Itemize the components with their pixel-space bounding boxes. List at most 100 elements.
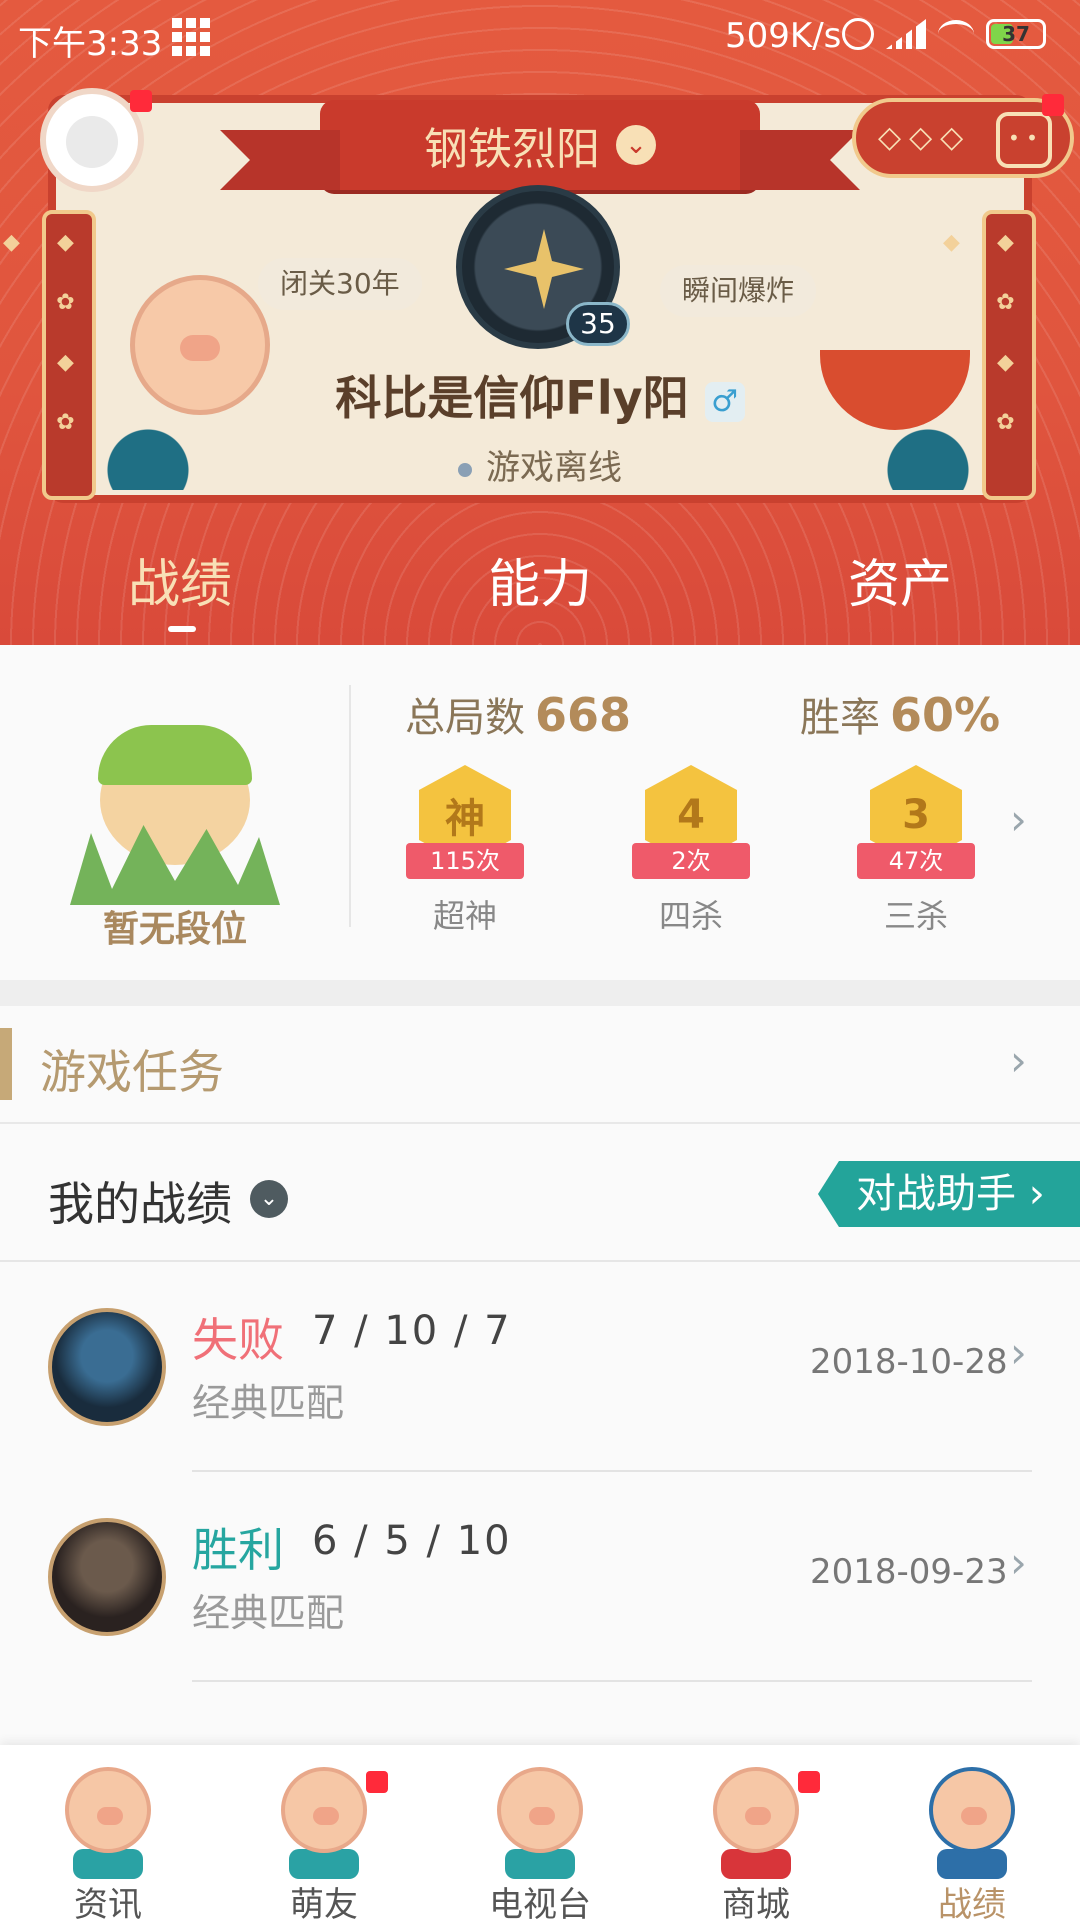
nav-label: 资讯: [74, 1885, 142, 1920]
medal-count: 115次: [406, 843, 524, 879]
game-tasks-title: 游戏任务: [40, 1045, 224, 1099]
nav-tv[interactable]: 电视台: [432, 1745, 648, 1920]
section-gap: [0, 980, 1080, 1006]
male-gender-icon: ♂: [704, 381, 745, 422]
medal-triple-kill[interactable]: 3 47次 三杀: [846, 765, 986, 937]
status-bar: 下午3:33 509K/s 37: [0, 0, 1080, 72]
notification-badge: [130, 90, 152, 112]
status-icons: 37: [842, 18, 1046, 50]
network-speed: 509K/s: [725, 16, 842, 56]
win-rate: 胜率 60%: [800, 685, 1000, 743]
nav-mall[interactable]: 商城: [648, 1745, 864, 1920]
match-mode: 经典匹配: [192, 1381, 345, 1425]
news-pig-icon: [65, 1767, 151, 1853]
tab-ability[interactable]: 能力: [360, 540, 720, 640]
chevron-down-icon: ⌄: [616, 125, 656, 165]
profile-tabs: 战绩 能力 资产: [0, 540, 1080, 640]
rank-title: 钢铁烈阳: [424, 124, 600, 175]
wifi-icon: [938, 20, 974, 48]
nav-friends[interactable]: 萌友: [216, 1745, 432, 1920]
online-status-row: 游戏离线: [0, 440, 1080, 489]
chevron-down-icon[interactable]: ⌄: [250, 1180, 288, 1218]
medal-count: 2次: [632, 843, 750, 879]
profile-header: 下午3:33 509K/s 37 钢铁烈阳 ⌄ ◇◇◇: [0, 0, 1080, 645]
match-row[interactable]: 失败 7 / 10 / 7 经典匹配 2018-10-28 ›: [0, 1262, 1080, 1472]
medal-count: 47次: [857, 843, 975, 879]
bottom-navigation: 资讯 萌友 电视台 商城 战绩: [0, 1745, 1080, 1920]
status-dot-icon: [458, 462, 472, 477]
match-date: 2018-10-28: [810, 1342, 1008, 1382]
win-rate-label: 胜率: [800, 695, 880, 741]
match-kda: 6 / 5 / 10: [312, 1518, 512, 1564]
total-games-label: 总局数: [405, 695, 525, 741]
player-name: 科比是信仰Fly阳: [335, 371, 689, 425]
win-rate-value: 60%: [890, 688, 1001, 742]
robot-chat-icon[interactable]: [996, 112, 1052, 168]
tv-pig-icon: [497, 1767, 583, 1853]
my-records-title[interactable]: 我的战绩: [48, 1168, 232, 1234]
rank-mascot-icon: [70, 705, 280, 905]
my-records-header: 我的战绩 ⌄ 对战助手 ›: [0, 1126, 1080, 1262]
chevron-right-icon: ›: [1010, 1036, 1027, 1085]
friends-pig-icon: [281, 1767, 367, 1853]
match-mode: 经典匹配: [192, 1591, 345, 1635]
battle-assistant-button[interactable]: 对战助手 ›: [818, 1161, 1080, 1227]
divider: [349, 685, 351, 927]
divider: [192, 1680, 1032, 1682]
app-grid-icon: [172, 18, 210, 56]
match-result: 失败: [192, 1313, 284, 1367]
alarm-icon: [842, 18, 874, 50]
notification-badge: [366, 1771, 388, 1793]
battle-assistant-label: 对战助手: [856, 1171, 1016, 1217]
player-level: 35: [566, 302, 630, 346]
medal-label: 三杀: [883, 897, 948, 935]
nav-news[interactable]: 资讯: [0, 1745, 216, 1920]
player-name-row: 科比是信仰Fly阳 ♂: [0, 362, 1080, 428]
chevron-right-icon: ›: [1010, 1328, 1027, 1377]
nav-label: 商城: [722, 1885, 790, 1920]
avatar-icon: [66, 116, 118, 168]
medal-label: 四杀: [658, 897, 723, 935]
signal-icon: [886, 19, 926, 49]
status-time: 下午3:33: [18, 24, 163, 64]
match-date: 2018-09-23: [810, 1552, 1008, 1592]
app-screen: 下午3:33 509K/s 37 钢铁烈阳 ⌄ ◇◇◇: [0, 0, 1080, 1920]
records-pig-icon: [929, 1767, 1015, 1853]
player-tag-right[interactable]: 瞬间爆炸: [660, 265, 817, 317]
emblem-star-icon: [504, 229, 584, 309]
notification-badge: [798, 1771, 820, 1793]
tab-assets[interactable]: 资产: [720, 540, 1080, 640]
nav-records[interactable]: 战绩: [864, 1745, 1080, 1920]
nav-label: 战绩: [938, 1885, 1006, 1920]
chevron-right-icon[interactable]: ›: [1010, 795, 1027, 844]
total-games-value: 668: [535, 688, 632, 742]
match-result: 胜利: [192, 1523, 284, 1577]
match-kda: 7 / 10 / 7: [312, 1308, 512, 1354]
match-row[interactable]: 胜利 6 / 5 / 10 经典匹配 2018-09-23 ›: [0, 1472, 1080, 1682]
game-tasks-row[interactable]: 游戏任务 ›: [0, 1006, 1080, 1124]
hero-avatar: [48, 1518, 166, 1636]
active-tab-indicator: [168, 626, 196, 632]
user-avatar-button[interactable]: [40, 88, 152, 192]
stats-summary: 暂无段位 总局数 668 胜率 60% 神 115次 超神 4 2次 四杀 3 47…: [0, 645, 1080, 980]
medal-label: 超神: [432, 897, 497, 935]
battery-level: 37: [1002, 22, 1030, 46]
nav-label: 萌友: [290, 1885, 358, 1920]
more-options-button[interactable]: ◇◇◇: [852, 94, 1074, 178]
rank-status: 暂无段位: [102, 909, 247, 950]
tab-record[interactable]: 战绩: [0, 540, 360, 640]
notification-badge: [1042, 94, 1064, 116]
chevron-right-icon: ›: [1010, 1538, 1027, 1587]
nav-label: 电视台: [489, 1885, 591, 1920]
hero-avatar: [48, 1308, 166, 1426]
mall-pig-icon: [713, 1767, 799, 1853]
rank-title-banner[interactable]: 钢铁烈阳 ⌄: [220, 100, 860, 190]
more-dots-icon: ◇◇◇: [878, 120, 972, 155]
section-accent-bar: [0, 1028, 12, 1100]
medal-godlike[interactable]: 神 115次 超神: [395, 765, 535, 937]
player-tag-left[interactable]: 闭关30年: [258, 258, 422, 310]
battery-icon: 37: [986, 19, 1046, 49]
total-games: 总局数 668: [405, 685, 631, 743]
medal-quadra-kill[interactable]: 4 2次 四杀: [621, 765, 761, 937]
online-status: 游戏离线: [486, 448, 622, 488]
